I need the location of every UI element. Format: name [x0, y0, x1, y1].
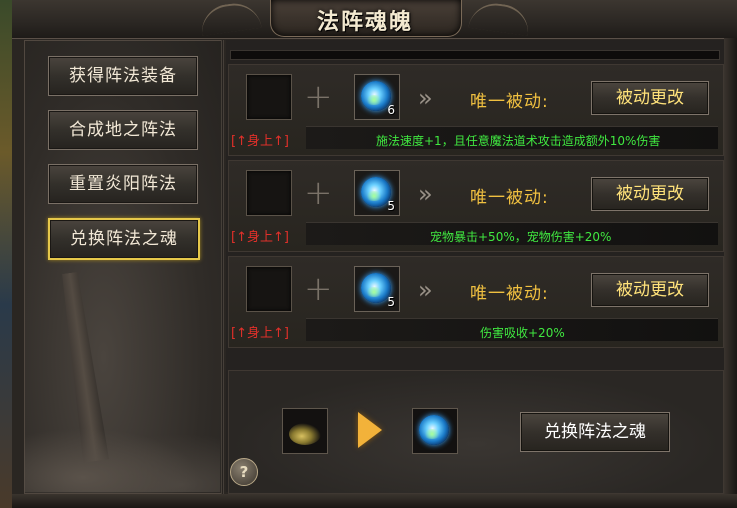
exchange-soul-button[interactable]: 兑换阵法之魂: [520, 412, 670, 452]
double-arrow-icon: »: [418, 84, 433, 112]
menu-button-get-formation-equipment[interactable]: 获得阵法装备: [48, 56, 198, 96]
passive-effect-text: 施法速度+1，且任意魔法道术攻击造成额外10%伤害: [376, 134, 661, 148]
background-edge: [0, 0, 12, 508]
result-item-slot[interactable]: [412, 408, 458, 454]
double-arrow-icon: »: [418, 276, 433, 304]
soul-item-slot[interactable]: 5: [354, 266, 400, 312]
plus-icon: +: [304, 269, 333, 309]
passive-label: 唯一被动:: [470, 284, 549, 304]
window-title: 法阵魂魄: [316, 9, 413, 35]
blue-soul-orb-icon: [419, 415, 449, 445]
menu-button-reset-sun-formation[interactable]: 重置炎阳阵法: [48, 164, 198, 204]
equipped-tag: [↑身上↑]: [231, 326, 289, 341]
bottom-frame-edge: [12, 494, 737, 508]
gold-arrow-icon: [358, 412, 382, 448]
menu-button-exchange-formation-soul[interactable]: 兑换阵法之魂: [48, 218, 200, 260]
double-arrow-icon: »: [418, 180, 433, 208]
equip-slot-empty[interactable]: [246, 170, 292, 216]
right-frame-edge: [724, 38, 737, 508]
soul-item-slot[interactable]: 6: [354, 74, 400, 120]
plus-icon: +: [304, 173, 333, 213]
change-passive-button[interactable]: 被动更改: [591, 81, 709, 115]
equip-slot-empty[interactable]: [246, 266, 292, 312]
item-count: 6: [387, 103, 395, 117]
list-top-bar: [230, 50, 720, 60]
equipped-tag: [↑身上↑]: [231, 134, 289, 149]
passive-label: 唯一被动:: [470, 188, 549, 208]
help-icon[interactable]: ?: [230, 458, 258, 486]
soul-item-slot[interactable]: 5: [354, 170, 400, 216]
rocks-decoration: [24, 420, 220, 492]
equipped-tag: [↑身上↑]: [231, 230, 289, 245]
passive-effect-text: 伤害吸收+20%: [480, 326, 565, 340]
window: 法阵魂魄 获得阵法装备 合成地之阵法 重置炎阳阵法 兑换阵法之魂 + 6 » 唯…: [0, 0, 737, 508]
item-count: 5: [387, 199, 395, 213]
passive-label: 唯一被动:: [470, 92, 549, 112]
passive-effect-text: 宠物暴击+50%，宠物伤害+20%: [430, 230, 612, 244]
panel-divider: [221, 40, 224, 494]
menu-button-synthesize-earth-formation[interactable]: 合成地之阵法: [48, 110, 198, 150]
source-item-slot[interactable]: [282, 408, 328, 454]
change-passive-button[interactable]: 被动更改: [591, 177, 709, 211]
item-count: 5: [387, 295, 395, 309]
change-passive-button[interactable]: 被动更改: [591, 273, 709, 307]
golden-smoke-icon: [289, 423, 321, 445]
equip-slot-empty[interactable]: [246, 74, 292, 120]
plus-icon: +: [304, 77, 333, 117]
